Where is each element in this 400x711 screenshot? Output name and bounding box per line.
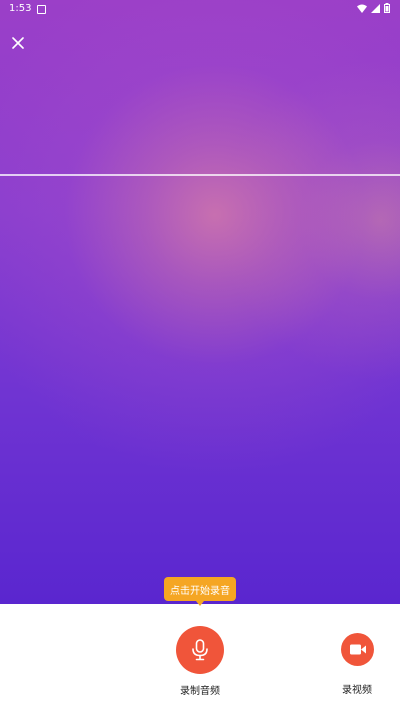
record-video-label: 录视频: [342, 685, 372, 696]
notification-icon: [37, 5, 46, 14]
wifi-icon: [357, 4, 367, 13]
close-button[interactable]: [8, 33, 28, 53]
status-time: 1:53: [9, 3, 32, 14]
tooltip-arrow: [196, 601, 204, 606]
record-video-button[interactable]: [341, 633, 374, 666]
close-icon: [12, 37, 24, 49]
scan-line: [0, 174, 400, 176]
status-bar: 1:53: [0, 0, 400, 18]
signal-icon: [371, 3, 380, 13]
start-recording-tooltip: 点击开始录音: [164, 577, 236, 601]
status-icons: [357, 3, 390, 13]
video-camera-icon: [349, 644, 366, 655]
record-screen: 1:53 点击开始录音 录制音频 录视频: [0, 0, 400, 711]
camera-preview-background: [0, 0, 400, 604]
record-audio-label: 录制音频: [180, 686, 220, 697]
battery-icon: [384, 3, 390, 13]
microphone-icon: [192, 639, 208, 661]
record-audio-button[interactable]: [176, 626, 224, 674]
